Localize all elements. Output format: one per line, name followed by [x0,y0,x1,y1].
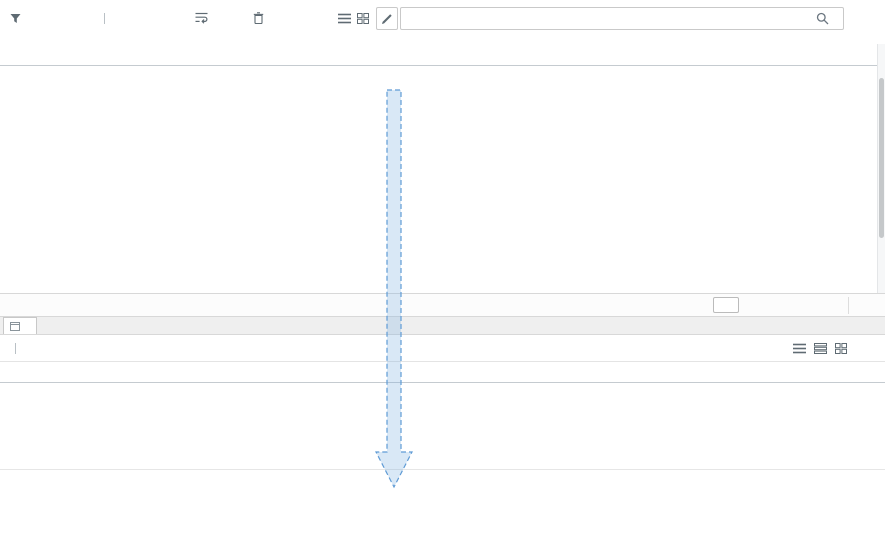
wrap-icon [195,12,208,24]
list-view-icon [338,13,351,24]
main-table-body [0,66,877,293]
main-table [0,44,877,66]
panel-icon [10,322,20,331]
group-table-header [0,361,885,383]
remove-button[interactable] [110,335,114,361]
edit-pencil-icon [381,13,393,25]
new-entry-button[interactable] [8,335,23,361]
tab-bar [0,317,885,335]
filter-icon [10,13,21,24]
grid-view-icon[interactable] [835,343,847,354]
view-switcher [793,335,847,361]
split-divider [15,343,16,354]
grid-view-icon [357,13,369,24]
top-toolbar [0,0,885,36]
bottom-toolbar [0,335,885,361]
list-view-button[interactable] [338,0,351,36]
app-root [0,0,885,535]
search-input[interactable] [401,13,812,25]
search-box [400,7,844,30]
panel-controls [848,297,875,314]
group-table [0,361,885,383]
delete-button[interactable] [253,0,268,36]
new-entry-button[interactable] [97,0,112,36]
delete-icon [253,12,264,24]
pager [695,294,766,316]
search-icon[interactable] [816,12,829,25]
page-number-input[interactable] [713,297,739,313]
split-divider [104,13,105,24]
rows-view-icon[interactable] [814,343,827,354]
table-scrollbar[interactable] [877,44,885,293]
list-view-icon[interactable] [793,343,806,354]
edit-search-button[interactable] [376,7,398,30]
main-table-header [0,44,877,66]
tab-g1[interactable] [3,317,37,334]
pagination-bar [0,293,885,317]
wrap-toggle-button[interactable] [195,0,212,36]
panel-divider [0,469,885,470]
filter-default-button[interactable] [10,0,29,36]
grid-view-button[interactable] [357,0,369,36]
scrollbar-thumb[interactable] [879,78,884,238]
